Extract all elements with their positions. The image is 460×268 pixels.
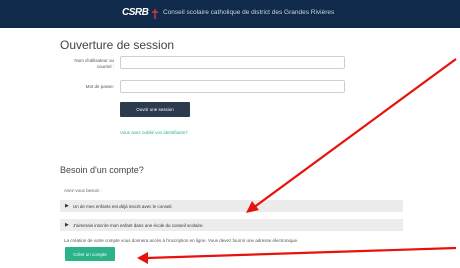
top-bar: CSRB Conseil scolaire catholique de dist… bbox=[0, 0, 460, 28]
create-account-button[interactable]: Créer un compte bbox=[65, 247, 115, 261]
arrow-to-create-account bbox=[137, 246, 457, 264]
password-input[interactable] bbox=[120, 80, 345, 93]
account-note: La création de votre compte vous donnera… bbox=[64, 238, 299, 243]
account-intro: Avez-vous besoin : bbox=[64, 188, 102, 193]
login-title: Ouverture de session bbox=[60, 38, 175, 52]
board-logo[interactable]: CSRB bbox=[122, 7, 149, 18]
password-label: Mot de passe: bbox=[85, 84, 114, 89]
account-title: Besoin d'un compte? bbox=[60, 165, 144, 175]
forgot-credentials-link[interactable]: Vous avez oublié vos identifiants? bbox=[120, 130, 188, 135]
username-input[interactable] bbox=[120, 56, 345, 69]
login-button[interactable]: Ouvrir une session bbox=[120, 102, 190, 117]
cross-icon bbox=[152, 9, 158, 19]
accordion-label: Un de mes enfants est déjà inscrit avec … bbox=[72, 203, 173, 209]
chevron-right-icon: ▶ bbox=[65, 222, 69, 228]
board-title: Conseil scolaire catholique de district … bbox=[163, 9, 335, 16]
accordion-item-existing-child[interactable]: ▶ Un de mes enfants est déjà inscrit ave… bbox=[60, 200, 403, 212]
accordion-item-register-child[interactable]: ▶ J'aimerais inscrire mon enfant dans un… bbox=[60, 219, 403, 231]
accordion-label: J'aimerais inscrire mon enfant dans une … bbox=[72, 222, 204, 228]
username-label: Nom d'utilisateur ou courriel : bbox=[74, 58, 114, 69]
chevron-right-icon: ▶ bbox=[65, 203, 69, 209]
